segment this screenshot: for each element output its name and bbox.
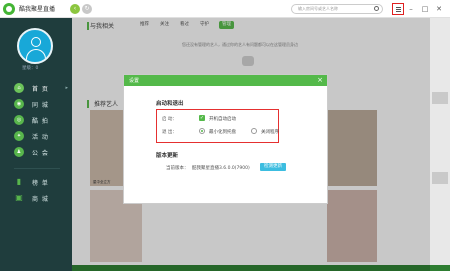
guild-icon: ♟ [14,147,24,157]
exit-option: 关闭程序 [261,130,279,135]
app-title: 酷我聚星直播 [19,6,56,13]
minimize-option: 最小化到托盘 [209,130,236,135]
menu-button[interactable] [392,3,404,15]
sidebar-item-shop[interactable]: ▣ 商 城 [14,192,64,204]
autostart-checkbox[interactable]: ✓ [199,115,205,121]
close-label: 退 出： [162,130,177,135]
camera-icon: ◎ [14,115,24,125]
title-bar: 酷我聚星直播 ‹ ↻ 输入房间号或艺人名称 – □ ✕ [0,0,450,18]
sidebar-item-local[interactable]: ◉ 同 城 [14,98,64,110]
search-input[interactable]: 输入房间号或艺人名称 [291,4,383,14]
sidebar-item-home[interactable]: ⌂ 首 页 ▸ [14,82,68,94]
autostart-option: 开机自动启动 [209,117,236,122]
minimize-button[interactable]: – [406,3,416,15]
sidebar-item-label: 首 页 [32,86,49,93]
search-icon[interactable] [374,6,379,11]
sidebar-item-label: 活 动 [32,134,49,141]
user-head-icon [31,37,41,47]
sidebar: 星级：0 ⌂ 首 页 ▸ ◉ 同 城 ◎ 酷 拍 ✦ 活 动 ♟ 公 会 ▮ 榜… [0,18,72,271]
location-icon: ◉ [14,99,24,109]
minimize-radio[interactable] [199,128,205,134]
close-window-button[interactable]: ✕ [434,3,444,15]
maximize-button[interactable]: □ [420,3,430,15]
chevron-right-icon: ▸ [65,85,68,91]
user-level: 星级：0 [22,66,39,71]
sidebar-item-label: 酷 拍 [32,118,49,125]
back-icon[interactable]: ‹ [70,4,80,14]
scrollbar[interactable] [430,18,450,271]
boot-label: 启 动： [162,117,177,122]
app-logo-icon [3,3,15,15]
scroll-thumb[interactable] [432,92,448,104]
autostart-section-title: 启动和退出 [156,101,184,107]
version-value: 酷我聚星直播3.6.0.0(7900) [192,166,250,171]
home-icon: ⌂ [14,83,24,93]
close-icon[interactable]: × [317,76,323,85]
sidebar-item-kupai[interactable]: ◎ 酷 拍 [14,114,64,126]
sidebar-item-activity[interactable]: ✦ 活 动 [14,130,64,142]
settings-dialog: 设置 × 启动和退出 启 动： ✓ 开机自动启动 退 出： 最小化到托盘 关闭程… [123,74,328,204]
sidebar-item-ranking[interactable]: ▮ 榜 单 [14,176,64,188]
sidebar-item-guild[interactable]: ♟ 公 会 [14,146,64,158]
sidebar-divider [14,168,60,169]
highlight-box [156,109,279,143]
check-update-button[interactable]: 检测更新 [260,163,286,171]
exit-radio[interactable] [251,128,257,134]
menu-icon [396,7,401,8]
sidebar-item-label: 商 城 [32,196,49,203]
chart-icon: ▮ [16,177,22,186]
activity-icon: ✦ [14,131,24,141]
user-body-icon [26,49,46,61]
sidebar-item-label: 公 会 [32,150,49,157]
refresh-icon[interactable]: ↻ [82,4,92,14]
version-label: 当前版本： [166,166,189,171]
dialog-title-bar: 设置 × [124,75,327,86]
version-section-title: 版本更新 [156,153,179,159]
scroll-thumb[interactable] [432,172,448,184]
dialog-title: 设置 [129,78,140,84]
sidebar-item-label: 同 城 [32,102,49,109]
menu-icon-line [396,9,401,10]
sidebar-item-label: 榜 单 [32,180,49,187]
avatar[interactable] [17,28,53,64]
search-placeholder: 输入房间号或艺人名称 [298,6,338,11]
menu-icon-line [396,11,401,12]
shop-icon: ▣ [15,193,23,202]
